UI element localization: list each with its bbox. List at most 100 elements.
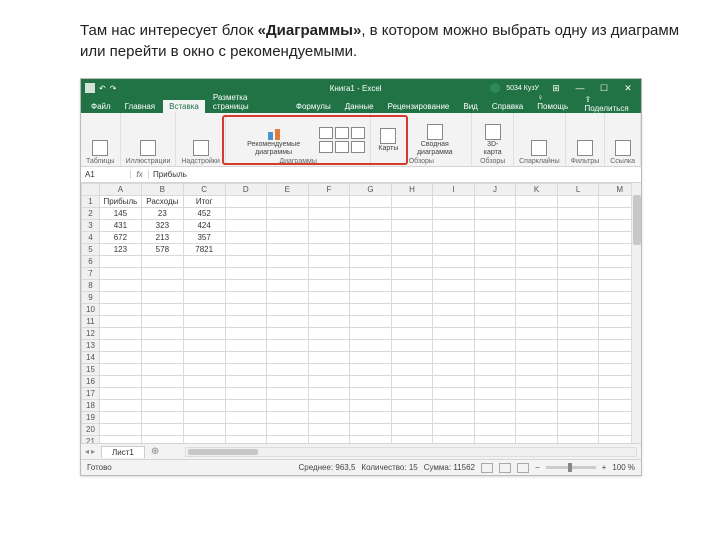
cell[interactable]: 123 bbox=[99, 244, 141, 256]
cell[interactable] bbox=[516, 388, 558, 400]
cell[interactable] bbox=[474, 232, 516, 244]
pivot-chart-button[interactable]: Сводная диаграмма bbox=[403, 123, 466, 157]
cell[interactable] bbox=[516, 376, 558, 388]
cell[interactable] bbox=[433, 304, 475, 316]
column-header[interactable]: G bbox=[350, 184, 392, 196]
column-header[interactable]: J bbox=[474, 184, 516, 196]
cell[interactable] bbox=[474, 412, 516, 424]
cell[interactable] bbox=[391, 316, 433, 328]
cell[interactable]: 672 bbox=[99, 232, 141, 244]
cell[interactable] bbox=[267, 328, 309, 340]
cell[interactable] bbox=[391, 268, 433, 280]
cell[interactable] bbox=[557, 364, 599, 376]
cell[interactable] bbox=[99, 340, 141, 352]
cell[interactable] bbox=[99, 376, 141, 388]
cell[interactable] bbox=[433, 220, 475, 232]
cell[interactable] bbox=[391, 232, 433, 244]
cell[interactable] bbox=[557, 424, 599, 436]
tab-file[interactable]: Файл bbox=[85, 100, 117, 113]
tab-formulas[interactable]: Формулы bbox=[290, 100, 337, 113]
row-header[interactable]: 11 bbox=[82, 316, 100, 328]
cell[interactable] bbox=[141, 400, 183, 412]
cell[interactable] bbox=[557, 304, 599, 316]
row-header[interactable]: 18 bbox=[82, 400, 100, 412]
cell[interactable] bbox=[183, 256, 225, 268]
cell[interactable] bbox=[433, 244, 475, 256]
cell[interactable] bbox=[99, 364, 141, 376]
cell[interactable] bbox=[557, 220, 599, 232]
cell[interactable] bbox=[141, 388, 183, 400]
cell[interactable] bbox=[350, 232, 392, 244]
cell[interactable] bbox=[308, 436, 350, 444]
cell[interactable] bbox=[99, 280, 141, 292]
cell[interactable] bbox=[474, 280, 516, 292]
row-header[interactable]: 5 bbox=[82, 244, 100, 256]
cell[interactable] bbox=[308, 340, 350, 352]
cell[interactable] bbox=[267, 352, 309, 364]
cell[interactable] bbox=[474, 436, 516, 444]
cell[interactable] bbox=[433, 196, 475, 208]
tab-home[interactable]: Главная bbox=[119, 100, 161, 113]
cell[interactable] bbox=[557, 316, 599, 328]
cell[interactable] bbox=[99, 304, 141, 316]
cell[interactable] bbox=[516, 364, 558, 376]
cell[interactable] bbox=[350, 328, 392, 340]
illustrations-button[interactable] bbox=[138, 139, 158, 157]
filters-button[interactable] bbox=[575, 139, 595, 157]
cell[interactable] bbox=[474, 340, 516, 352]
cell[interactable] bbox=[391, 292, 433, 304]
cell[interactable] bbox=[391, 256, 433, 268]
cell[interactable] bbox=[267, 208, 309, 220]
cell[interactable] bbox=[141, 280, 183, 292]
close-button[interactable]: ✕ bbox=[617, 81, 639, 95]
cell[interactable]: 424 bbox=[183, 220, 225, 232]
cell[interactable] bbox=[474, 400, 516, 412]
cell[interactable] bbox=[141, 292, 183, 304]
cell[interactable] bbox=[99, 316, 141, 328]
cell[interactable] bbox=[267, 400, 309, 412]
cell[interactable] bbox=[225, 340, 267, 352]
cell[interactable] bbox=[183, 424, 225, 436]
column-header[interactable]: E bbox=[267, 184, 309, 196]
row-header[interactable]: 3 bbox=[82, 220, 100, 232]
cell[interactable]: 213 bbox=[141, 232, 183, 244]
row-header[interactable]: 2 bbox=[82, 208, 100, 220]
column-header[interactable]: A bbox=[99, 184, 141, 196]
redo-icon[interactable]: ↷ bbox=[110, 84, 117, 93]
cell[interactable] bbox=[267, 316, 309, 328]
cell[interactable] bbox=[516, 340, 558, 352]
cell[interactable] bbox=[557, 328, 599, 340]
cell[interactable] bbox=[141, 364, 183, 376]
cell[interactable] bbox=[350, 196, 392, 208]
cell[interactable]: 23 bbox=[141, 208, 183, 220]
cell[interactable] bbox=[267, 376, 309, 388]
cell[interactable] bbox=[183, 280, 225, 292]
cell[interactable] bbox=[474, 376, 516, 388]
cell[interactable] bbox=[557, 232, 599, 244]
cell[interactable] bbox=[391, 388, 433, 400]
cell[interactable] bbox=[433, 412, 475, 424]
cell[interactable] bbox=[308, 400, 350, 412]
column-header[interactable]: D bbox=[225, 184, 267, 196]
cell[interactable] bbox=[557, 388, 599, 400]
cell[interactable] bbox=[99, 292, 141, 304]
cell[interactable] bbox=[557, 340, 599, 352]
cell[interactable] bbox=[183, 316, 225, 328]
cell[interactable] bbox=[225, 280, 267, 292]
row-header[interactable]: 20 bbox=[82, 424, 100, 436]
cell[interactable] bbox=[516, 244, 558, 256]
cell[interactable] bbox=[557, 376, 599, 388]
cell[interactable] bbox=[183, 400, 225, 412]
cell[interactable] bbox=[267, 244, 309, 256]
cell[interactable] bbox=[474, 304, 516, 316]
cell[interactable]: 452 bbox=[183, 208, 225, 220]
cell[interactable] bbox=[516, 280, 558, 292]
column-header[interactable]: K bbox=[516, 184, 558, 196]
cell[interactable] bbox=[267, 412, 309, 424]
cell[interactable] bbox=[308, 328, 350, 340]
cell[interactable]: 145 bbox=[99, 208, 141, 220]
cell[interactable] bbox=[141, 352, 183, 364]
cell[interactable] bbox=[391, 208, 433, 220]
cell[interactable] bbox=[141, 376, 183, 388]
row-header[interactable]: 7 bbox=[82, 268, 100, 280]
